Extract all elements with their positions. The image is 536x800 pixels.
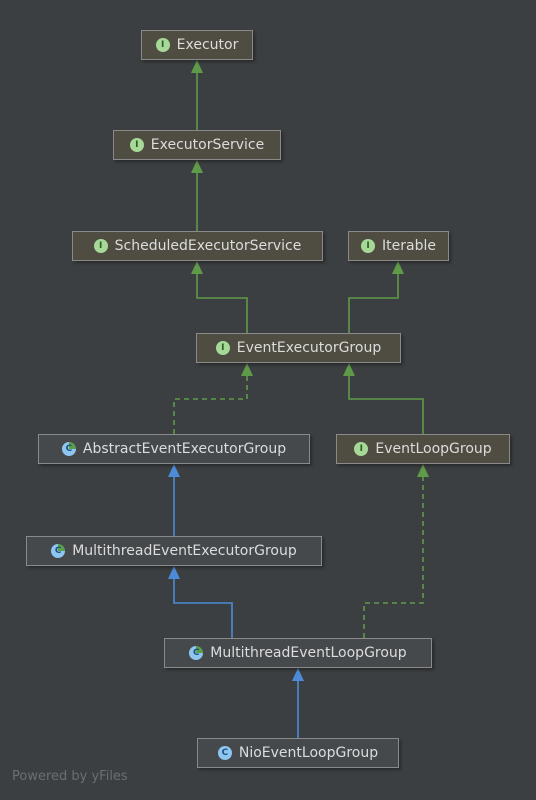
- node-label: EventExecutorGroup: [236, 340, 382, 356]
- node-event-loop-group[interactable]: I EventLoopGroup: [336, 434, 510, 464]
- interface-icon: I: [215, 341, 230, 355]
- abstract-class-icon: C: [51, 544, 66, 558]
- inheritance-edges: [168, 60, 429, 738]
- edge-class-extends: [173, 578, 233, 638]
- node-nio-event-loop-group[interactable]: C NioEventLoopGroup: [197, 738, 399, 768]
- edge-implements: [363, 476, 424, 638]
- node-label: EventLoopGroup: [375, 441, 492, 457]
- arrowhead: [392, 261, 404, 274]
- node-label: AbstractEventExecutorGroup: [82, 441, 287, 457]
- node-event-executor-group[interactable]: I EventExecutorGroup: [196, 333, 401, 363]
- node-label: Executor: [176, 37, 239, 53]
- node-abstract-event-executor-group[interactable]: C AbstractEventExecutorGroup: [38, 434, 310, 464]
- footer-credit: Powered by yFiles: [12, 769, 128, 784]
- arrowhead: [168, 464, 180, 477]
- interface-icon: I: [354, 442, 369, 456]
- class-icon: C: [217, 746, 232, 760]
- node-executor[interactable]: I Executor: [141, 30, 253, 60]
- interface-icon: I: [361, 239, 376, 253]
- arrowhead: [168, 566, 180, 579]
- interface-icon: I: [93, 239, 108, 253]
- abstract-class-icon: C: [61, 442, 76, 456]
- node-label: ScheduledExecutorService: [114, 238, 302, 254]
- arrowhead: [292, 668, 304, 681]
- node-executor-service[interactable]: I ExecutorService: [113, 130, 281, 160]
- arrowhead: [191, 261, 203, 274]
- edge-extends: [348, 375, 424, 434]
- arrowhead: [417, 464, 429, 477]
- node-scheduled-executor-service[interactable]: I ScheduledExecutorService: [72, 231, 323, 261]
- node-label: ExecutorService: [150, 137, 265, 153]
- node-label: NioEventLoopGroup: [238, 745, 379, 761]
- interface-icon: I: [155, 38, 170, 52]
- interface-icon: I: [129, 138, 144, 152]
- node-label: MultithreadEventLoopGroup: [210, 645, 407, 661]
- arrowhead: [241, 363, 253, 376]
- edge-extends: [348, 273, 399, 333]
- node-multithread-event-loop-group[interactable]: C MultithreadEventLoopGroup: [164, 638, 432, 668]
- edge-extends: [196, 273, 248, 333]
- arrowhead: [191, 60, 203, 73]
- node-label: MultithreadEventExecutorGroup: [72, 543, 297, 559]
- arrowhead: [191, 160, 203, 173]
- node-multithread-event-executor-group[interactable]: C MultithreadEventExecutorGroup: [26, 536, 322, 566]
- arrowhead: [343, 363, 355, 376]
- node-label: Iterable: [382, 238, 436, 254]
- abstract-class-icon: C: [189, 646, 204, 660]
- node-iterable[interactable]: I Iterable: [348, 231, 449, 261]
- edge-implements: [173, 375, 248, 434]
